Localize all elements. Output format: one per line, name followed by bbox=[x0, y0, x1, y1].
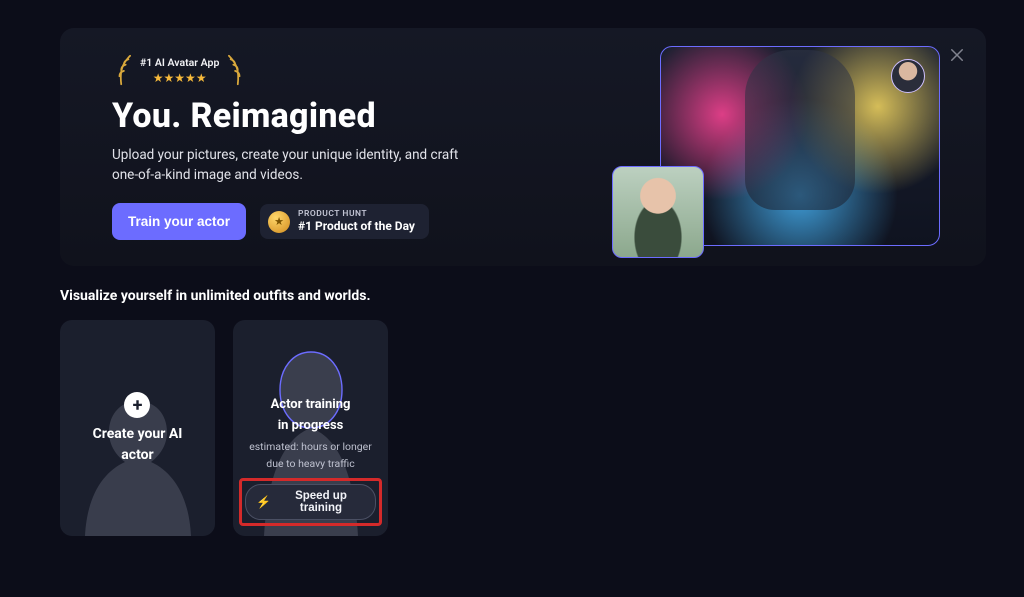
create-card-title-2: actor bbox=[121, 447, 153, 464]
speed-up-label: Speed up training bbox=[277, 490, 365, 514]
hero-side-image bbox=[612, 166, 704, 258]
speed-up-training-button[interactable]: ⚡ Speed up training bbox=[245, 484, 376, 520]
bolt-icon: ⚡ bbox=[256, 495, 271, 509]
avatar-bubble-icon bbox=[891, 59, 925, 93]
medal-icon: ★ bbox=[268, 211, 290, 233]
five-star-icon: ★★★★★ bbox=[153, 71, 207, 85]
train-actor-button[interactable]: Train your actor bbox=[112, 203, 246, 240]
training-title-2: in progress bbox=[278, 419, 344, 434]
training-actor-card: Actor training in progress estimated: ho… bbox=[233, 320, 388, 536]
product-hunt-badge[interactable]: ★ PRODUCT HUNT #1 Product of the Day bbox=[260, 204, 429, 239]
training-sub-1: estimated: hours or longer bbox=[249, 440, 372, 453]
plus-icon: + bbox=[124, 392, 150, 418]
badge-tag-text: #1 AI Avatar App bbox=[140, 56, 219, 69]
create-card-title-1: Create your AI bbox=[93, 426, 183, 443]
close-icon[interactable] bbox=[948, 46, 966, 64]
laurel-left-icon bbox=[112, 54, 134, 86]
hero-subtitle: Upload your pictures, create your unique… bbox=[112, 146, 472, 185]
training-title-1: Actor training bbox=[271, 398, 351, 413]
laurel-right-icon bbox=[225, 54, 247, 86]
section-title: Visualize yourself in unlimited outfits … bbox=[60, 288, 1024, 304]
ph-label-bottom: #1 Product of the Day bbox=[298, 220, 415, 233]
speed-up-highlight: ⚡ Speed up training bbox=[239, 478, 382, 526]
create-actor-card[interactable]: + Create your AI actor bbox=[60, 320, 215, 536]
hero-imagery bbox=[620, 46, 940, 252]
training-sub-2: due to heavy traffic bbox=[266, 457, 354, 470]
hero-banner: #1 AI Avatar App ★★★★★ You. Reimagined U… bbox=[60, 28, 986, 266]
